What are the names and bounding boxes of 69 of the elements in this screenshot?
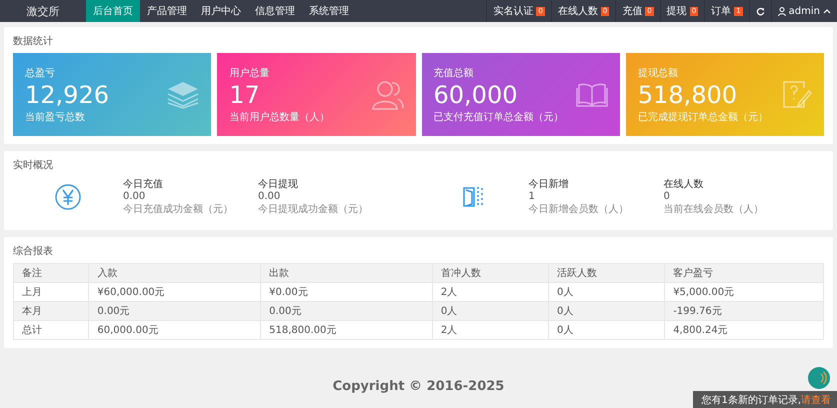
table-cell: 4,800.24元 (664, 320, 824, 340)
logo-text: 激交所 (26, 4, 60, 18)
table-cell: 0人 (548, 320, 665, 340)
table-cell: 0.00元 (260, 302, 432, 320)
nav-tab[interactable]: 用户中心 (194, 0, 248, 22)
user-name[interactable]: admin (788, 6, 820, 16)
table-cell: 本月 (14, 302, 89, 320)
refresh-icon[interactable] (756, 6, 765, 16)
card-value: 12,926 (25, 80, 109, 110)
metric-value: 1 (528, 191, 536, 202)
layers-icon (167, 80, 200, 108)
metric-value: 0.00 (258, 191, 282, 202)
metric-label: 今日新增 (528, 178, 570, 191)
card-note: 当前用户总数量（人） (229, 110, 330, 124)
card-value: 17 (229, 80, 261, 110)
card-title: 用户总量 (229, 66, 270, 80)
nav-tab[interactable]: 信息管理 (248, 0, 302, 22)
column-header: 首冲人数 (432, 264, 549, 282)
question-edit-icon (782, 80, 812, 110)
table-cell: 0人 (548, 302, 665, 320)
panel-title: 实时概况 (13, 158, 54, 172)
metric-note: 今日提现成功金额（元） (258, 202, 369, 216)
nav-tab[interactable]: 后台首页 (86, 0, 140, 22)
table-cell: 518,800.00元 (260, 320, 432, 340)
counter-label[interactable]: 提现 (666, 4, 687, 18)
nav-tab[interactable]: 系统管理 (302, 0, 356, 22)
table-cell: 2人 (432, 320, 549, 340)
card-title: 总盈亏 (25, 66, 56, 80)
users-icon (372, 80, 404, 110)
counter-label[interactable]: 充值 (622, 4, 642, 18)
user-icon (778, 6, 786, 16)
card-note: 已支付充值订单总金额（元） (434, 110, 564, 124)
column-header: 客户盈亏 (664, 264, 824, 282)
sound-icon[interactable] (808, 367, 830, 389)
column-header: 备注 (14, 264, 89, 282)
table-cell: 0人 (432, 302, 549, 320)
table-cell: 60,000.00元 (88, 320, 261, 340)
toast-message: 您有1条新的订单记录, (701, 394, 801, 406)
metric-note: 今日新增会员数（人） (528, 202, 630, 216)
book-icon (576, 82, 608, 106)
card-title: 充值总额 (434, 66, 474, 80)
yen-icon (55, 184, 81, 210)
table-cell: 0.00元 (88, 302, 261, 320)
metric-label: 今日提现 (258, 178, 299, 191)
caret-icon[interactable] (823, 8, 831, 14)
metric-value: 0 (664, 191, 671, 202)
metric-value: 0.00 (123, 191, 146, 202)
column-header: 入款 (88, 264, 261, 282)
card-value: 60,000 (434, 80, 518, 110)
metric-label: 今日充值 (123, 178, 164, 191)
metric-label: 在线人数 (664, 178, 704, 191)
door-icon (462, 184, 486, 208)
copyright-text: Copyright © 2016-2025 (332, 379, 504, 394)
counter-label[interactable]: 在线人数 (558, 4, 598, 18)
panel-title: 数据统计 (13, 34, 54, 48)
column-header: 出款 (260, 264, 432, 282)
panel-title: 综合报表 (13, 244, 54, 258)
column-header: 活跃人数 (548, 264, 665, 282)
card-value: 518,800 (638, 80, 738, 110)
metric-note: 当前在线会员数（人） (664, 202, 764, 216)
counter-label[interactable]: 实名认证 (493, 4, 534, 18)
card-title: 提现总额 (638, 66, 679, 80)
counter-label[interactable]: 订单 (711, 4, 732, 18)
card-note: 当前盈亏总数 (25, 110, 86, 124)
card-note: 已完成提现订单总金额（元） (638, 110, 768, 124)
table-cell: 总计 (14, 320, 89, 340)
nav-tab[interactable]: 产品管理 (140, 0, 194, 22)
table-cell: -199.76元 (664, 302, 824, 320)
metric-note: 今日充值成功金额（元） (123, 202, 234, 216)
